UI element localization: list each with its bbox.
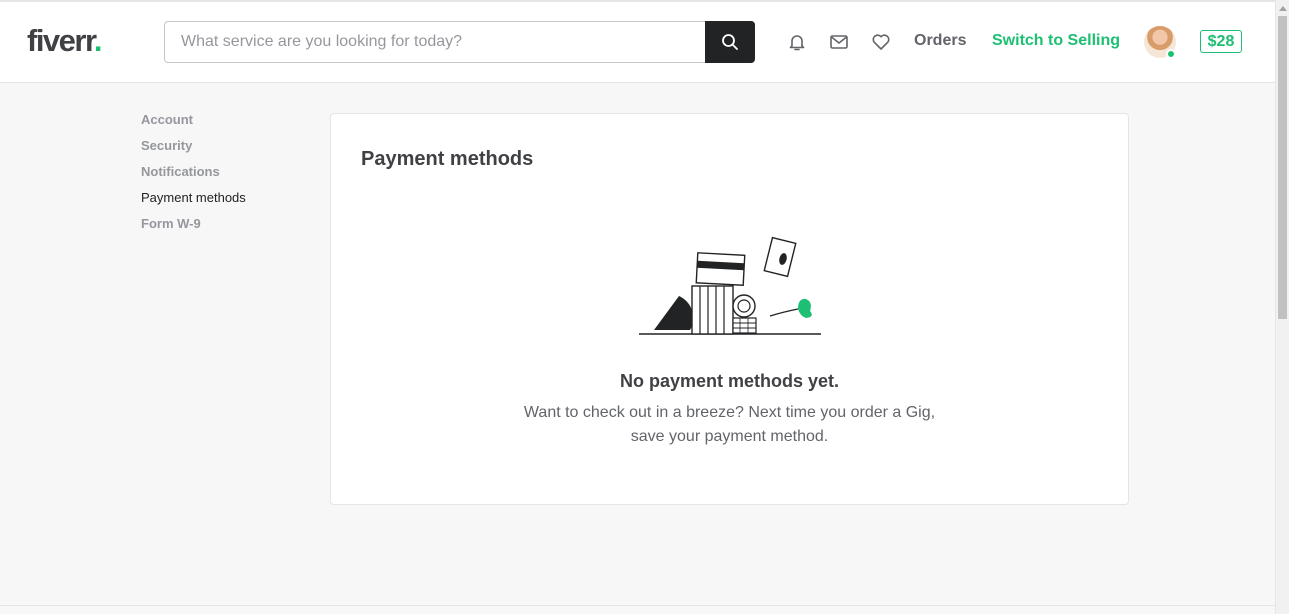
search-icon bbox=[722, 34, 738, 50]
sidebar-item-notifications[interactable]: Notifications bbox=[141, 164, 246, 190]
search-bar bbox=[164, 21, 755, 63]
bell-icon bbox=[789, 35, 805, 51]
notifications-button[interactable] bbox=[786, 31, 808, 53]
sidebar-item-payment-methods[interactable]: Payment methods bbox=[141, 190, 246, 216]
empty-state-illustration bbox=[639, 236, 821, 335]
empty-state-title: No payment methods yet. bbox=[619, 371, 840, 391]
empty-state-description-line2: save your payment method. bbox=[630, 428, 829, 445]
heart-icon bbox=[872, 34, 890, 50]
switch-to-selling-link[interactable]: Switch to Selling bbox=[992, 31, 1120, 51]
balance-badge[interactable]: $28 bbox=[1200, 30, 1242, 53]
sidebar-item-security[interactable]: Security bbox=[141, 138, 246, 164]
logo-text: fiverr bbox=[27, 23, 95, 58]
payment-methods-card: Payment methods No payment methods yet. … bbox=[330, 113, 1129, 505]
sidebar-item-account[interactable]: Account bbox=[141, 112, 246, 138]
envelope-icon bbox=[830, 35, 848, 49]
logo-dot: . bbox=[93, 23, 103, 58]
sidebar-item-form-w9[interactable]: Form W-9 bbox=[141, 216, 246, 242]
favorites-button[interactable] bbox=[870, 31, 892, 53]
orders-link[interactable]: Orders bbox=[914, 31, 966, 51]
vertical-scrollbar[interactable] bbox=[1275, 0, 1289, 614]
search-button[interactable] bbox=[705, 21, 755, 63]
search-input[interactable] bbox=[165, 22, 706, 62]
messages-button[interactable] bbox=[828, 31, 850, 53]
page-title: Payment methods bbox=[361, 148, 534, 170]
empty-state-description-line1: Want to check out in a breeze? Next time… bbox=[523, 404, 936, 421]
fiverr-logo[interactable]: fiverr. bbox=[27, 23, 103, 58]
top-header: fiverr. Orders Switch to Selling $28 bbox=[0, 2, 1275, 83]
footer-divider bbox=[0, 605, 1275, 606]
empty-state-description: Want to check out in a breeze? Next time… bbox=[481, 401, 978, 449]
online-status-dot bbox=[1166, 49, 1176, 59]
scrollbar-thumb[interactable] bbox=[1278, 16, 1287, 319]
scroll-up-arrow-icon[interactable] bbox=[1279, 6, 1287, 11]
settings-sidebar: Account Security Notifications Payment m… bbox=[141, 112, 246, 242]
